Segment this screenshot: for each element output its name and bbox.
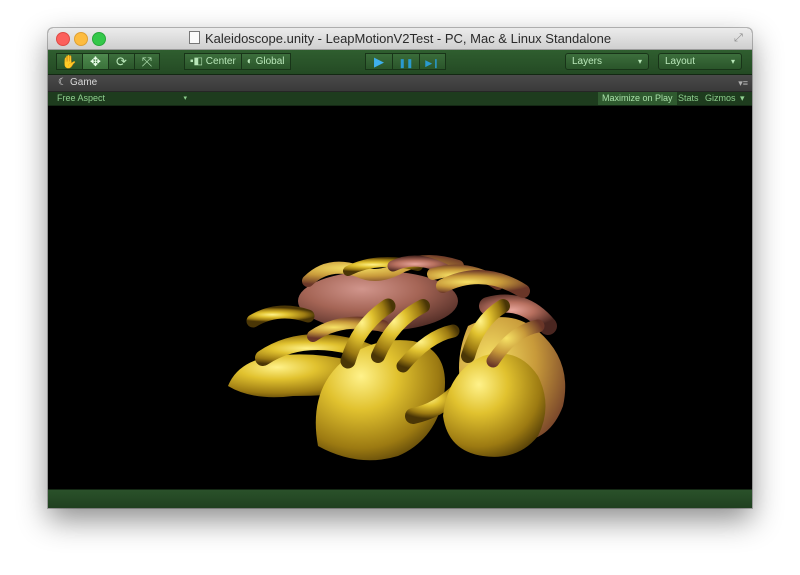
pause-button[interactable]: ❚❚ xyxy=(392,53,419,70)
space-global-button[interactable]: ◐ Global xyxy=(241,53,291,70)
scale-icon: ⤧ xyxy=(141,54,153,69)
move-icon: ✥ xyxy=(90,54,101,69)
playback-controls: ▶ ❚❚ ▶❙ xyxy=(365,53,446,70)
step-icon: ▶❙ xyxy=(425,58,440,68)
layers-dropdown[interactable]: Layers ▾ xyxy=(565,53,649,70)
document-icon xyxy=(188,31,200,44)
fullscreen-icon[interactable]: ⤢ xyxy=(734,32,746,44)
aspect-label: Free Aspect xyxy=(57,93,106,103)
pivot-icon: ▪◧ xyxy=(190,56,203,67)
title-bar: Kaleidoscope.unity - LeapMotionV2Test - … xyxy=(48,28,752,50)
pivot-center-button[interactable]: ▪◧ Center xyxy=(184,53,242,70)
maximize-on-play-toggle[interactable]: Maximize on Play xyxy=(598,92,677,105)
transform-tools: ✋ ✥ ⟳ ⤧ xyxy=(56,53,160,70)
panel-tab-bar: ☾ Game ▾≡ xyxy=(48,75,752,92)
main-toolbar: ✋ ✥ ⟳ ⤧ ▪◧ Center ◐ Global ▶ ❚❚ ▶❙ Layer… xyxy=(48,50,752,75)
gizmos-toggle[interactable]: Gizmos xyxy=(701,92,740,105)
scale-tool-button[interactable]: ⤧ xyxy=(134,53,160,70)
layout-dropdown[interactable]: Layout ▾ xyxy=(658,53,742,70)
space-label: Global xyxy=(255,56,285,67)
chevron-down-icon: ▾ xyxy=(730,57,735,66)
panel-menu-icon[interactable]: ▾≡ xyxy=(738,77,748,89)
step-button[interactable]: ▶❙ xyxy=(419,53,446,70)
aspect-dropdown[interactable]: Free Aspect ▾ xyxy=(57,92,187,105)
rotate-tool-button[interactable]: ⟳ xyxy=(108,53,134,70)
status-bar xyxy=(48,489,752,508)
gizmos-dropdown[interactable]: ▾ xyxy=(736,92,749,105)
window-title: Kaleidoscope.unity - LeapMotionV2Test - … xyxy=(204,31,612,46)
play-icon: ▶ xyxy=(374,54,384,69)
unity-window: Kaleidoscope.unity - LeapMotionV2Test - … xyxy=(48,28,752,508)
chevron-down-icon: ▾ xyxy=(183,95,187,102)
game-controller-icon: ☾ xyxy=(58,77,67,88)
pivot-controls: ▪◧ Center ◐ Global xyxy=(184,53,291,70)
game-viewport[interactable] xyxy=(48,106,752,489)
hand-icon: ✋ xyxy=(61,54,78,69)
pause-icon: ❚❚ xyxy=(398,58,414,68)
chevron-down-icon: ▾ xyxy=(637,57,642,66)
hands-render xyxy=(228,255,566,461)
pivot-label: Center xyxy=(205,56,236,67)
layers-label: Layers xyxy=(572,56,603,67)
tab-game-label: Game xyxy=(70,77,98,88)
layout-label: Layout xyxy=(665,56,696,67)
move-tool-button[interactable]: ✥ xyxy=(82,53,108,70)
game-view-toolbar: Free Aspect ▾ Maximize on Play Stats Giz… xyxy=(48,92,752,106)
globe-icon: ◐ xyxy=(246,56,253,67)
tab-game[interactable]: ☾ Game xyxy=(52,75,103,91)
rotate-icon: ⟳ xyxy=(116,54,127,69)
stats-toggle[interactable]: Stats xyxy=(674,92,703,105)
hand-tool-button[interactable]: ✋ xyxy=(56,53,82,70)
play-button[interactable]: ▶ xyxy=(365,53,392,70)
window-title-container: Kaleidoscope.unity - LeapMotionV2Test - … xyxy=(48,31,752,46)
